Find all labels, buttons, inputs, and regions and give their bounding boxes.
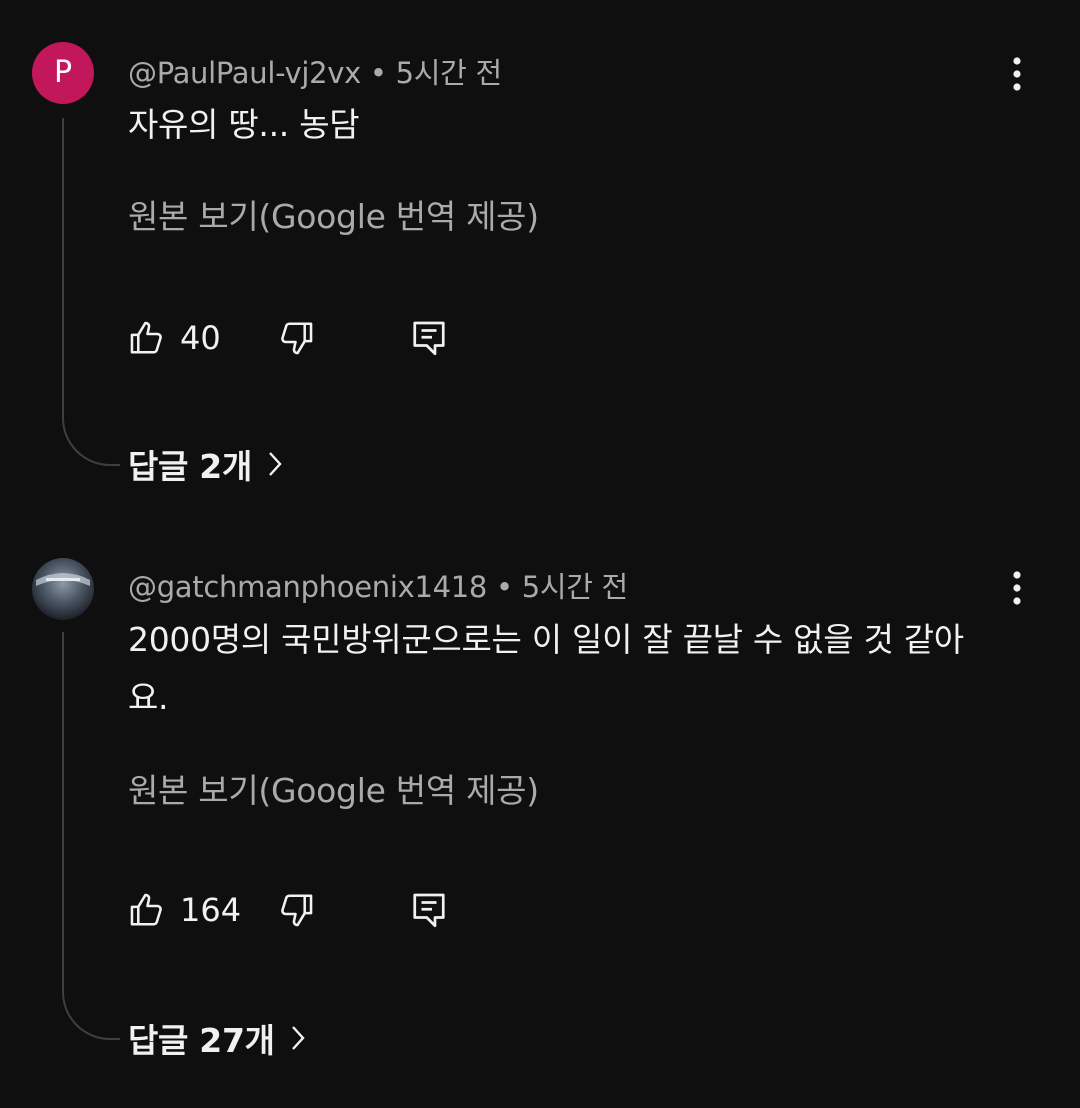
thumb-up-icon [130,893,162,926]
avatar[interactable] [32,558,94,620]
chevron-right-icon [291,1025,305,1051]
view-replies-button[interactable]: 답글 2개 [128,440,282,488]
comment-meta: @gatchmanphoenix1418 • 5시간 전 [128,564,628,606]
like-button[interactable] [128,891,166,929]
reply-comment-icon [413,893,445,928]
meta-separator: • [495,570,513,604]
view-replies-button[interactable]: 답글 27개 [128,1014,305,1062]
like-count: 164 [180,891,242,929]
comment-time: 5시간 전 [521,570,629,604]
comment-actions: 164 [128,888,447,932]
comment-time: 5시간 전 [395,56,503,90]
thread-line [62,118,120,466]
reply-button[interactable] [411,891,447,929]
more-vert-icon [1013,57,1021,91]
thumb-up-icon [130,321,162,354]
thumb-down-icon [280,322,313,355]
reply-button[interactable] [411,319,447,357]
like-button[interactable] [128,319,166,357]
comment-item: @gatchmanphoenix1418 • 5시간 전 2000명의 국민방위… [0,520,1080,1108]
comment-item: P @PaulPaul-vj2vx • 5시간 전 자유의 땅... 농담 원본… [0,0,1080,520]
dislike-button[interactable] [277,319,315,357]
more-options-button[interactable] [1000,52,1034,96]
thread-line [62,632,120,1040]
comment-author[interactable]: @PaulPaul-vj2vx [128,56,361,90]
comment-text: 자유의 땅... 농담 [128,105,360,144]
replies-label: 답글 27개 [128,1021,275,1060]
thumb-down-icon [281,894,313,927]
reply-comment-icon [413,321,445,356]
like-count: 40 [180,319,221,357]
comment-actions: 40 [128,316,447,360]
more-vert-icon [1013,571,1021,605]
meta-separator: • [369,56,387,90]
avatar-image [32,558,94,620]
avatar[interactable]: P [32,42,94,104]
comment-author[interactable]: @gatchmanphoenix1418 [128,570,487,604]
replies-label: 답글 2개 [128,447,253,486]
chevron-right-icon [268,451,282,477]
more-options-button[interactable] [1000,566,1034,610]
show-original-link[interactable]: 원본 보기(Google 번역 제공) [128,190,539,238]
comment-text: 2000명의 국민방위군으로는 이 일이 잘 끝날 수 없을 것 같아요. [128,620,964,717]
show-original-link[interactable]: 원본 보기(Google 번역 제공) [128,764,539,812]
dislike-button[interactable] [277,891,315,929]
comment-meta: @PaulPaul-vj2vx • 5시간 전 [128,50,502,92]
